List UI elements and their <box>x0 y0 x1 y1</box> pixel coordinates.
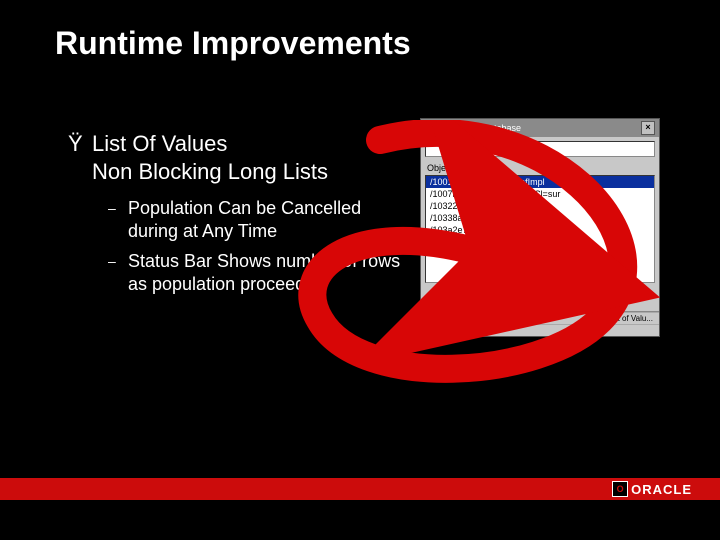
object-list[interactable]: /1001a851_ConstantDefImpl /1007b29_ora:s… <box>425 175 655 283</box>
close-icon[interactable]: × <box>641 121 655 135</box>
list-item[interactable]: /10322588_HndlcrParnyHcpe <box>426 200 654 212</box>
list-item[interactable]: /103a2e73_DefaultTydExitErdP <box>426 224 654 236</box>
list-item[interactable]: /1001a851_ConstantDefImpl <box>426 176 654 188</box>
column-header: Object Name <box>421 161 659 175</box>
dialog-buttons: OK Cancel Find <box>421 283 659 311</box>
dialog-titlebar[interactable]: Objects in the Database × <box>421 119 659 137</box>
bullet-text: List Of Values Non Blocking Long Lists <box>92 130 328 185</box>
logo-text: ORACLE <box>631 482 692 497</box>
choices-label: Choices in list: 01..20 <box>427 314 503 323</box>
sub-bullet-mark: – <box>108 250 128 297</box>
bullet-line1: List Of Values <box>92 131 227 156</box>
bullet-mark: Ÿ <box>68 130 92 185</box>
sub-bullet-mark: – <box>108 197 128 244</box>
dialog-title: Objects in the Database <box>425 123 521 133</box>
main-bullet: Ÿ List Of Values Non Blocking Long Lists <box>68 130 408 185</box>
list-item[interactable]: /1007b29_ora:smthDatumCl=sur <box>426 188 654 200</box>
list-item[interactable]: /10338a_SqlTypWijlEnchucs <box>426 212 654 224</box>
status-row: Choices in list: 01..20 List of Valu... <box>421 312 659 324</box>
sub-bullet: – Status Bar Shows number of rows as pop… <box>108 250 408 297</box>
bullet-line2: Non Blocking Long Lists <box>92 159 328 184</box>
lov-dialog: Objects in the Database × Object Name /1… <box>420 118 660 337</box>
status-row: Record: 1/? <box>421 324 659 336</box>
slide-title: Runtime Improvements <box>0 0 720 62</box>
sub-bullet-text: Status Bar Shows number of rows as popul… <box>128 250 408 297</box>
sub-bullets: – Population Can be Cancelled during at … <box>108 197 408 297</box>
status-bar: Choices in list: 01..20 List of Valu... … <box>421 311 659 336</box>
sub-bullet-text: Population Can be Cancelled during at An… <box>128 197 408 244</box>
cancel-button[interactable]: Cancel <box>517 289 563 305</box>
mode-label: List of Valu... <box>607 314 653 323</box>
record-label: Record: 1/? <box>427 326 468 335</box>
dialog-search-area <box>421 137 659 161</box>
list-item[interactable]: /104bhsc5_LocLisHndytheam <box>426 236 654 248</box>
content-area: Ÿ List Of Values Non Blocking Long Lists… <box>68 130 408 303</box>
search-input[interactable] <box>425 141 655 157</box>
ok-button[interactable]: OK <box>467 289 511 305</box>
oracle-logo: O ORACLE <box>612 481 692 497</box>
logo-icon: O <box>612 481 628 497</box>
sub-bullet: – Population Can be Cancelled during at … <box>108 197 408 244</box>
find-button[interactable]: Find <box>569 289 613 305</box>
